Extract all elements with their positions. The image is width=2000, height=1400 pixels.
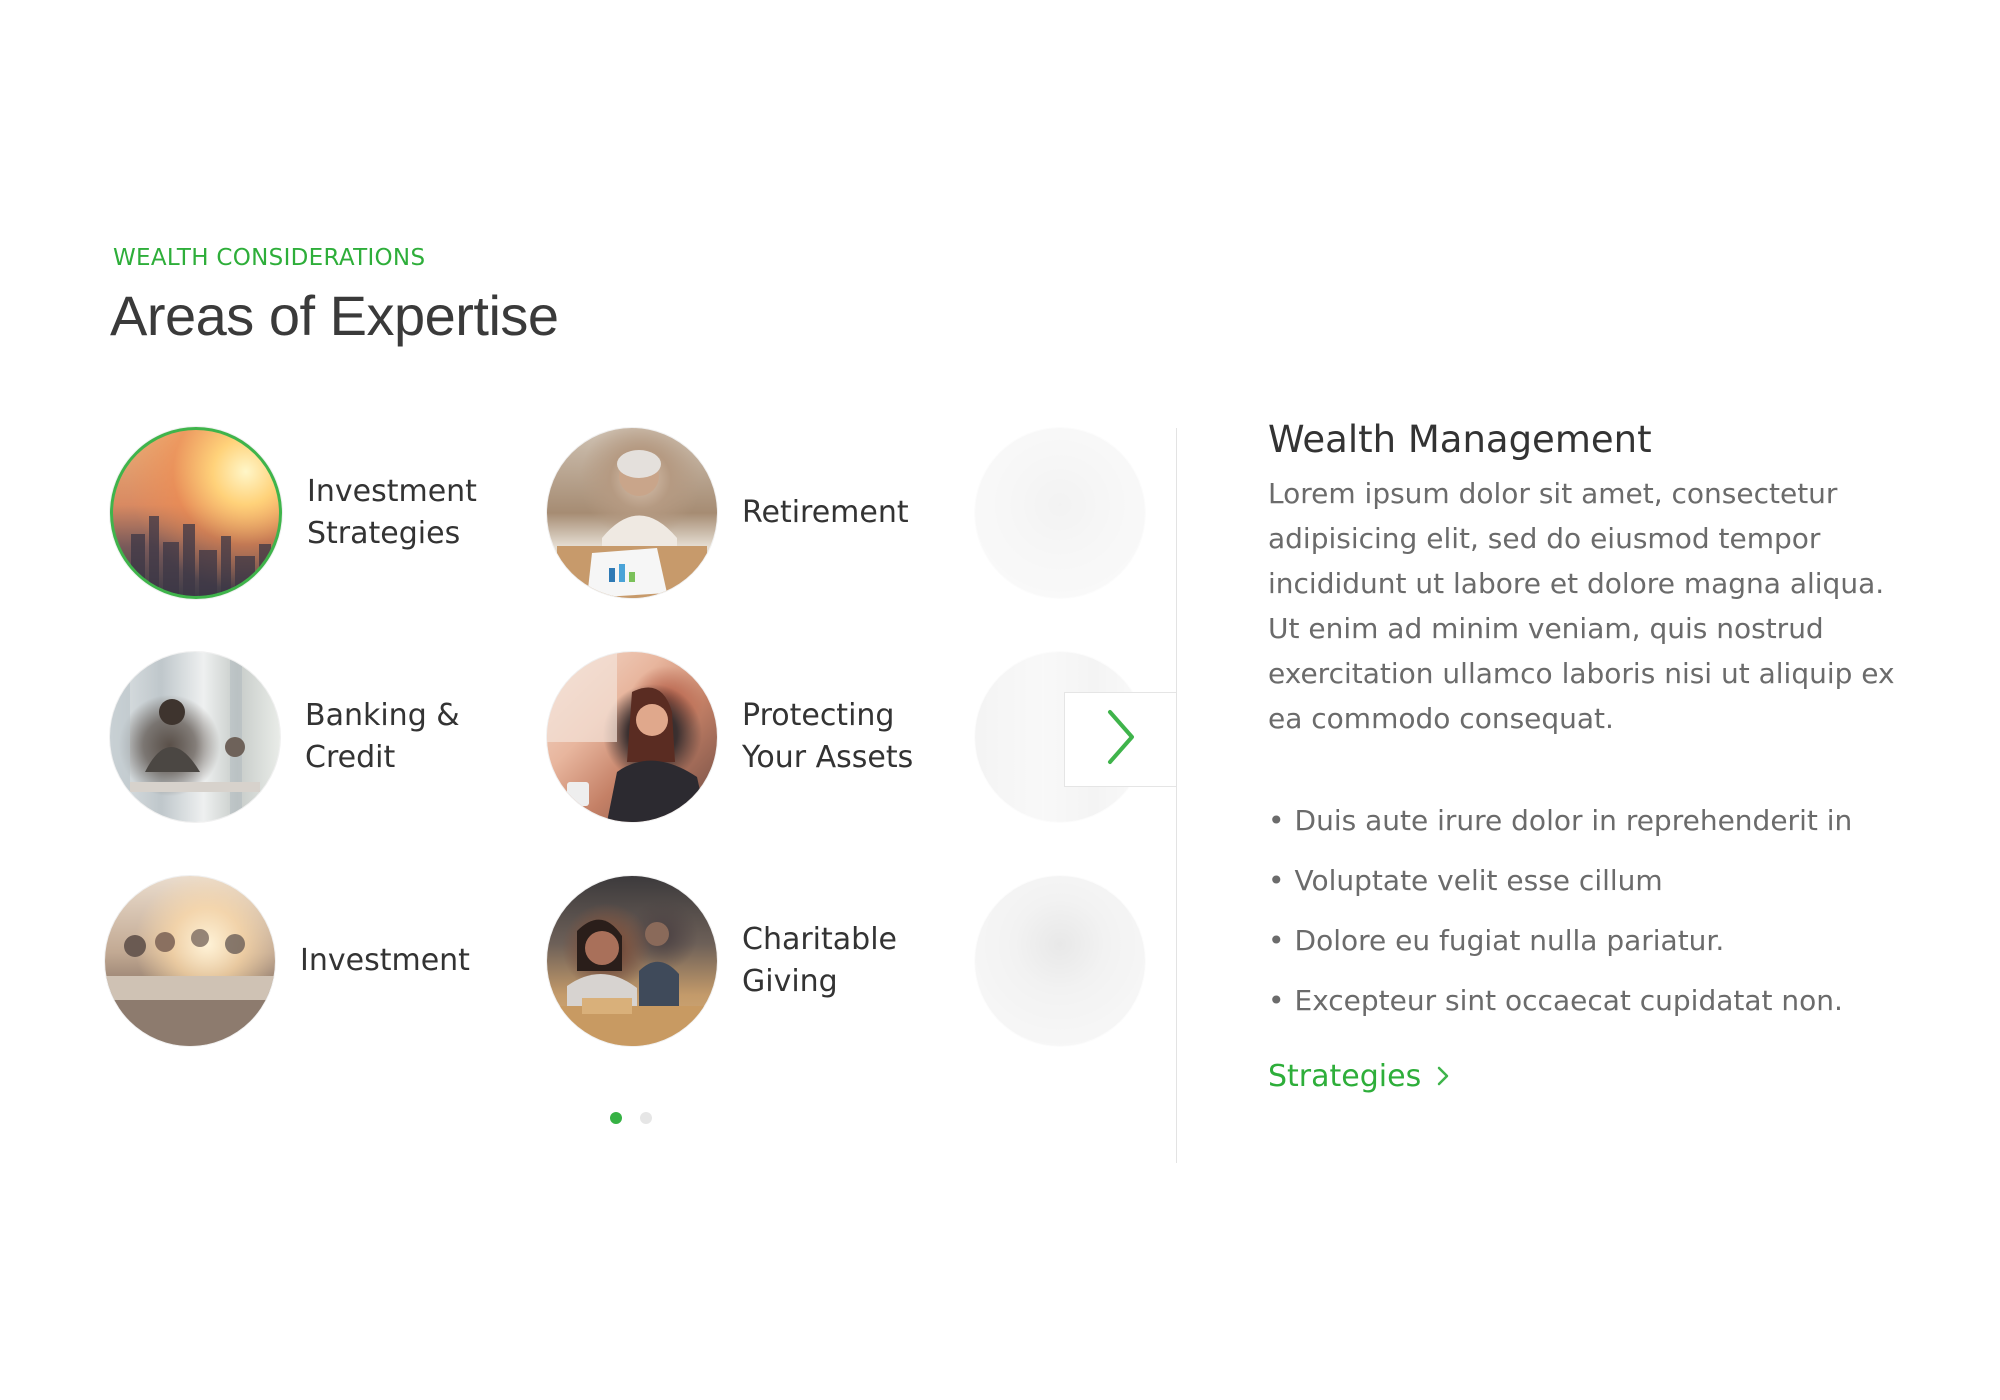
seminar-photo (105, 876, 275, 1046)
faded-photo (975, 428, 1145, 598)
woman-on-phone-photo (547, 652, 717, 822)
tile-faded-3 (975, 876, 1145, 1046)
list-item: • Dolore eu fugiat nulla pariatur. (1268, 924, 1725, 957)
tile-banking-credit[interactable]: Banking & Credit (110, 652, 505, 822)
detail-body: Lorem ipsum dolor sit amet, consectetur … (1268, 477, 1895, 735)
tile-label: Banking & Credit (305, 698, 460, 775)
tile-retirement[interactable]: Retirement (547, 428, 942, 598)
strategies-link-label: Strategies (1268, 1059, 1422, 1094)
tile-protecting-assets[interactable]: Protecting Your Assets (547, 652, 942, 822)
chevron-right-icon (1437, 1059, 1449, 1094)
tile-investment-strategies[interactable]: Investment Strategies (110, 427, 507, 599)
list-item: • Duis aute irure dolor in reprehenderit … (1268, 804, 1853, 837)
pagination-dot-2[interactable] (640, 1112, 652, 1124)
tile-investment[interactable]: Investment (105, 876, 500, 1046)
city-skyline-photo (110, 427, 282, 599)
tile-label: Investment Strategies (307, 474, 477, 551)
detail-bullet-list: • Duis aute irure dolor in reprehenderit … (1268, 791, 1908, 1031)
faded-photo (975, 876, 1145, 1046)
detail-title: Wealth Management (1268, 418, 1652, 461)
tile-label: Charitable Giving (742, 922, 897, 999)
volunteers-photo (547, 876, 717, 1046)
list-item: • Excepteur sint occaecat cupidatat non. (1268, 984, 1843, 1017)
tile-label: Investment (300, 943, 470, 978)
eyebrow-label: WEALTH CONSIDERATIONS (113, 245, 426, 271)
detail-panel: Wealth Management Lorem ipsum dolor sit … (1268, 418, 1908, 1094)
pagination-dot-1[interactable] (610, 1112, 622, 1124)
strategies-link[interactable]: Strategies (1268, 1059, 1449, 1094)
carousel-pagination (610, 1112, 652, 1124)
vertical-divider (1176, 428, 1177, 1163)
tile-label: Protecting Your Assets (742, 698, 914, 775)
tile-faded-1 (975, 428, 1145, 598)
list-item: • Voluptate velit esse cillum (1268, 864, 1663, 897)
chevron-right-icon (1104, 708, 1138, 771)
tile-charitable-giving[interactable]: Charitable Giving (547, 876, 942, 1046)
office-meeting-photo (110, 652, 280, 822)
section-title: Areas of Expertise (110, 284, 559, 347)
senior-woman-photo (547, 428, 717, 598)
carousel-next-button[interactable] (1064, 692, 1177, 787)
tile-label: Retirement (742, 495, 909, 530)
